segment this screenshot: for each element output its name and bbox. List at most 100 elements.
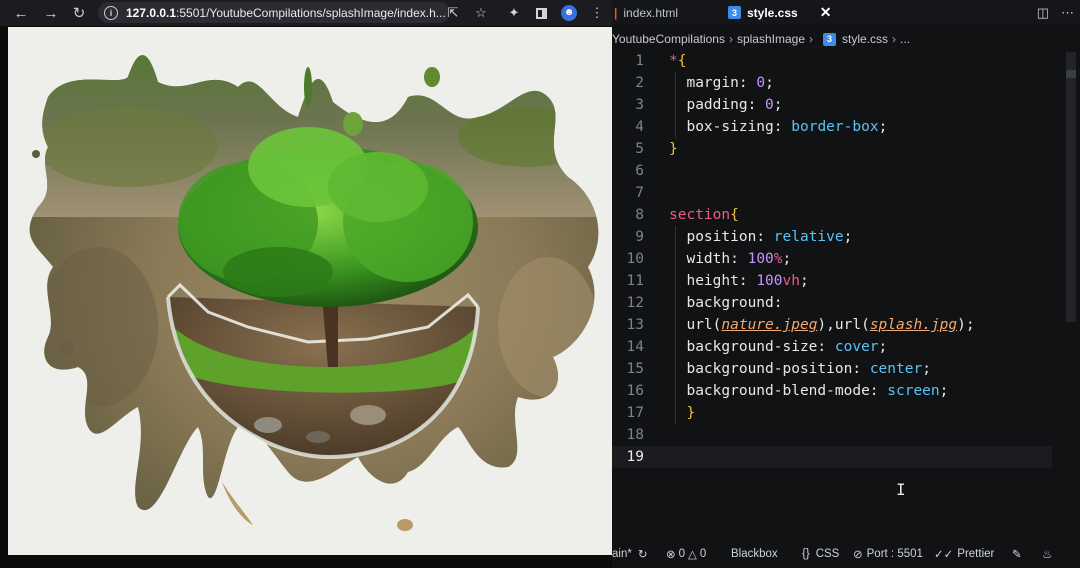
code-token: 0 [756, 75, 766, 91]
code-token: margin [686, 75, 739, 91]
profile-button[interactable]: ☻ [558, 2, 580, 24]
scrollbar-thumb[interactable] [1066, 70, 1076, 78]
code-token: screen [887, 383, 940, 399]
status-bar: ain* ↻ ⊗ 0 △ 0 Blackbox {} CSS ⊘ Port : … [612, 540, 1080, 568]
status-language[interactable]: {} CSS [802, 540, 839, 568]
status-notifications[interactable]: ♨ [1042, 540, 1052, 568]
more-vertical-icon: ⋮ [590, 5, 604, 20]
bookmark-button[interactable]: ☆ [470, 2, 492, 24]
code-line[interactable]: 12 background: [612, 292, 1052, 314]
code-token: ; [800, 273, 809, 289]
address-bar[interactable]: i 127.0.0.1:5501/YoutubeCompilations/spl… [98, 2, 450, 23]
tab-style-css[interactable]: 3 style.css ✕ [728, 0, 831, 25]
blackbox-label: Blackbox [731, 548, 778, 560]
code-token: : [747, 97, 766, 113]
code-token: url( [686, 317, 722, 333]
code-line[interactable]: 3 padding: 0; [612, 94, 1052, 116]
line-number: 2 [635, 75, 644, 91]
arrow-left-icon: ← [13, 4, 29, 22]
tab-label: style.css [747, 5, 798, 20]
code-text: margin: 0; [669, 75, 773, 91]
code-text: section{ [669, 207, 739, 223]
code-line[interactable]: 8 section{ [612, 204, 1052, 226]
status-prettier[interactable]: ✓✓ Prettier [934, 540, 994, 568]
code-line[interactable]: 14 background-size: cover; [612, 336, 1052, 358]
code-token: center [869, 361, 923, 377]
code-line[interactable]: 5} [612, 138, 1052, 160]
code-token: 100 [756, 273, 783, 289]
code-text: background: [669, 295, 783, 311]
tab-label: index.html [623, 5, 679, 20]
code-token: : [738, 75, 757, 91]
code-token: ; [939, 383, 949, 399]
double-check-icon: ✓✓ [934, 549, 954, 561]
share-button[interactable]: ⇱ [442, 2, 464, 24]
css-file-icon: 3 [728, 6, 741, 19]
status-feedback[interactable]: ✎ [1012, 540, 1022, 568]
code-line[interactable]: 11 height: 100vh; [612, 270, 1052, 292]
code-token: ; [843, 229, 853, 245]
css-file-icon: 3 [823, 32, 837, 46]
breadcrumb-item[interactable]: YoutubeCompilations [612, 32, 725, 46]
code-line[interactable]: 10 width: 100%; [612, 248, 1052, 270]
breadcrumb-item[interactable]: splashImage [737, 32, 805, 46]
code-line[interactable]: 19 [612, 446, 1052, 468]
back-button[interactable]: ← [8, 0, 34, 26]
line-number: 10 [626, 251, 644, 267]
site-info-icon[interactable]: i [104, 5, 118, 20]
language-label: CSS [815, 548, 840, 560]
breadcrumb-item[interactable]: style.css [842, 32, 888, 46]
url-host: 127.0.0.1 [126, 5, 177, 20]
status-branch[interactable]: ain* ↻ [612, 540, 647, 568]
screen-bezel [0, 555, 612, 568]
reload-button[interactable]: ↻ [66, 0, 92, 26]
code-line[interactable]: 7 [612, 182, 1052, 204]
feedback-icon: ✎ [1012, 549, 1022, 561]
code-line[interactable]: 1 *{ [612, 50, 1052, 72]
code-line[interactable]: 6 [612, 160, 1052, 182]
line-number: 8 [635, 207, 644, 223]
line-number: 17 [626, 405, 644, 421]
status-blackbox[interactable]: Blackbox [731, 540, 778, 568]
sidebar-button[interactable] [530, 2, 552, 24]
browser-menu-button[interactable]: ⋮ [586, 2, 608, 24]
line-number: 9 [635, 229, 644, 245]
code-token: section [669, 207, 731, 223]
code-line[interactable]: 16 background-blend-mode: screen; [612, 380, 1052, 402]
breadcrumb-item[interactable]: ... [900, 32, 910, 46]
line-number: 1 [635, 53, 644, 69]
close-icon[interactable]: ✕ [820, 4, 832, 21]
code-line[interactable]: 9 position: relative; [612, 226, 1052, 248]
tab-index-html[interactable]: | index.html [614, 0, 678, 25]
code-text: height: 100vh; [669, 273, 809, 289]
forward-button[interactable]: → [38, 0, 64, 26]
warning-icon: △ [688, 549, 697, 561]
editor-scrollbar[interactable] [1066, 52, 1076, 322]
code-token: : [773, 119, 792, 135]
code-token: : [852, 361, 870, 377]
code-line[interactable]: 18 [612, 424, 1052, 446]
code-token: cover [834, 339, 879, 355]
code-line[interactable]: 13 url(nature.jpeg),url(splash.jpg); [612, 314, 1052, 336]
code-token: : [773, 295, 783, 311]
code-line[interactable]: 4 box-sizing: border-box; [612, 116, 1052, 138]
code-line[interactable]: 2 margin: 0; [612, 72, 1052, 94]
status-problems[interactable]: ⊗ 0 △ 0 [666, 540, 706, 568]
page-viewport [8, 27, 612, 555]
status-port[interactable]: ⊘ Port : 5501 [853, 540, 923, 568]
sync-icon: ↻ [637, 549, 648, 561]
code-line[interactable]: 17 } [612, 402, 1052, 424]
code-line[interactable]: 15 background-position: center; [612, 358, 1052, 380]
split-editor-icon[interactable]: ◫ [1037, 5, 1049, 21]
extensions-button[interactable]: ✦ [503, 2, 525, 24]
code-text: background-size: cover; [669, 339, 887, 355]
line-number: 5 [635, 141, 644, 157]
more-horizontal-icon[interactable]: ⋯ [1061, 5, 1074, 21]
code-area[interactable]: 1 *{2 margin: 0; 3 padding: 0; 4 box-sizing… [612, 50, 1052, 520]
